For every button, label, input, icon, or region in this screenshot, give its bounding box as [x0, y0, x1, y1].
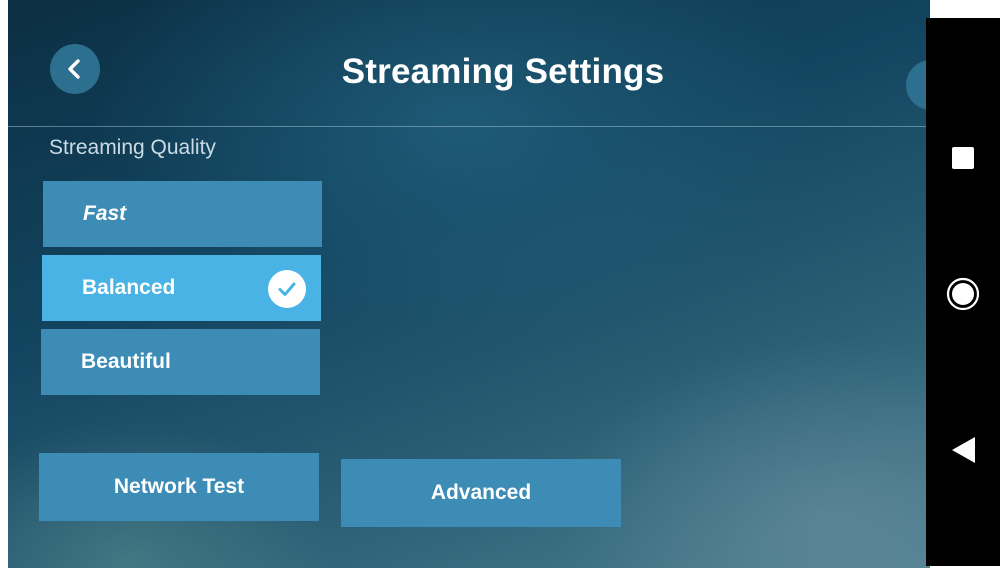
back-button[interactable]	[50, 44, 100, 94]
screen: Streaming Settings Streaming Quality Fas…	[0, 0, 1000, 575]
home-button[interactable]	[926, 254, 1000, 334]
quality-option-beautiful[interactable]: Beautiful	[41, 329, 320, 395]
checkmark-icon	[268, 270, 306, 308]
android-navigation-bar	[926, 18, 1000, 566]
nav-back-button[interactable]	[926, 410, 1000, 490]
circle-icon	[946, 277, 980, 311]
option-label: Beautiful	[81, 350, 171, 373]
page-title: Streaming Settings	[341, 52, 665, 91]
streaming-quality-label: Streaming Quality	[49, 136, 216, 159]
quality-option-fast[interactable]: Fast	[43, 181, 322, 247]
recent-apps-button[interactable]	[926, 118, 1000, 198]
streaming-settings-screen: Streaming Settings Streaming Quality Fas…	[8, 0, 930, 568]
triangle-back-icon	[952, 437, 975, 463]
network-test-button[interactable]: Network Test	[39, 453, 319, 521]
option-label: Balanced	[82, 276, 176, 299]
header-divider	[8, 126, 930, 127]
option-label: Fast	[83, 202, 127, 225]
square-icon	[952, 147, 974, 169]
advanced-button[interactable]: Advanced	[341, 459, 621, 527]
chevron-left-icon	[68, 59, 80, 79]
quality-option-balanced[interactable]: Balanced	[42, 255, 321, 321]
